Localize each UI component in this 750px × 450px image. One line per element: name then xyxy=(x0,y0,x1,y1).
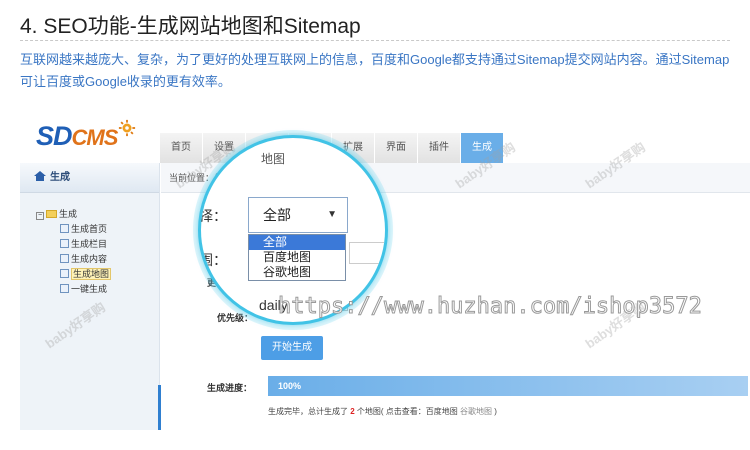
page-icon xyxy=(60,239,69,248)
sidebar-item-generate-map[interactable]: 生成地图 xyxy=(60,267,112,282)
sidebar-item-generate-content[interactable]: 生成内容 xyxy=(60,252,111,267)
sidebar-header-label: 生成 xyxy=(50,172,70,183)
tab-interface[interactable]: 界面 xyxy=(375,133,418,163)
page-icon xyxy=(60,254,69,263)
tree-root[interactable]: − 生成 xyxy=(36,207,111,222)
collapse-icon[interactable]: − xyxy=(36,212,44,220)
map-type-selected: 全部 xyxy=(263,207,291,223)
google-map-link[interactable]: 谷歌地图 xyxy=(460,407,492,416)
progress-label: 生成进度： xyxy=(207,383,253,393)
map-type-option-google[interactable]: 谷歌地图 xyxy=(249,265,345,280)
sidebar-item-generate-columns[interactable]: 生成栏目 xyxy=(60,237,111,252)
sidebar: 生成 − 生成 生成首页 生成栏目 生成内容 生成地图 一键生成 xyxy=(20,163,161,430)
sidebar-item-generate-home[interactable]: 生成首页 xyxy=(60,222,111,237)
tab-plugins[interactable]: 插件 xyxy=(418,133,461,163)
lens-label-type: 择： xyxy=(199,208,227,224)
progress-fill xyxy=(268,376,748,396)
folder-icon xyxy=(46,210,57,218)
sidebar-tree: − 生成 生成首页 生成栏目 生成内容 生成地图 一键生成 xyxy=(36,207,112,297)
sdcms-logo: SDCMS xyxy=(36,121,119,152)
page-icon xyxy=(60,269,69,278)
logo-sd-text: SD xyxy=(36,121,73,151)
map-type-option-baidu[interactable]: 百度地图 xyxy=(249,250,345,265)
tree-root-label: 生成 xyxy=(59,209,78,219)
watermark-url: https://www.huzhan.com/ishop3572 xyxy=(278,294,703,320)
page-icon xyxy=(60,224,69,233)
progress-percent: 100% xyxy=(278,381,302,391)
map-type-option-all[interactable]: 全部 xyxy=(249,235,345,250)
logo-cms-text: CMS xyxy=(71,125,119,150)
progress-bar: 100% xyxy=(268,376,748,396)
chevron-down-icon: ▼ xyxy=(327,209,337,220)
start-generate-button[interactable]: 开始生成 xyxy=(261,336,323,360)
page-icon xyxy=(60,284,69,293)
logo-gear-icon xyxy=(118,119,136,137)
map-type-select[interactable]: 全部 ▼ xyxy=(248,197,348,233)
sidebar-item-one-click-generate[interactable]: 一键生成 xyxy=(60,282,111,297)
content-range-input[interactable] xyxy=(349,242,385,264)
map-count: 2 xyxy=(350,407,355,416)
article-heading: 4. SEO功能-生成网站地图和Sitemap xyxy=(20,15,361,38)
article-intro: 互联网越来越庞大、复杂，为了更好的处理互联网上的信息，百度和Google都支持通… xyxy=(20,52,730,89)
admin-screenshot: SDCMS 首页 设置 栏目 内容 扩展 界面 插件 生成 生成 xyxy=(20,115,750,430)
heading-divider xyxy=(20,40,730,41)
generation-result: 生成完毕，总计生成了 2 个地图( 点击查看：百度地图 谷歌地图 ) xyxy=(268,407,497,416)
lens-panel-title: 地图 xyxy=(261,152,286,166)
map-type-dropdown: 全部 百度地图 谷歌地图 xyxy=(248,234,346,281)
sidebar-header[interactable]: 生成 xyxy=(20,163,159,193)
lens-label-range: 围： xyxy=(199,252,227,268)
home-icon xyxy=(34,171,46,181)
